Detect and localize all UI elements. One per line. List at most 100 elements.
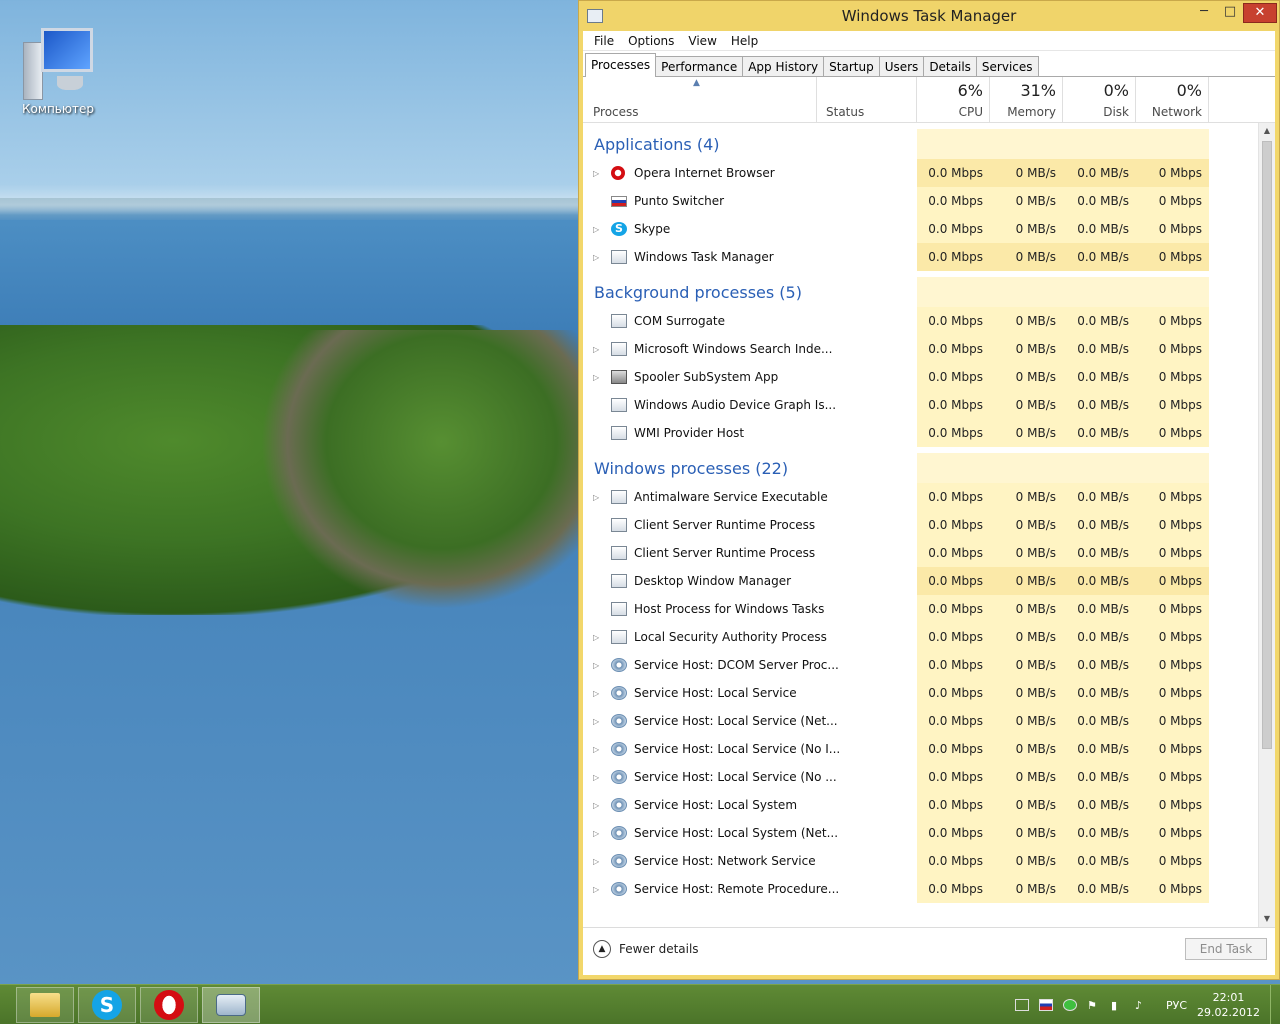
menu-options[interactable]: Options xyxy=(621,31,681,50)
taskbar-task-manager-button[interactable] xyxy=(202,987,260,1023)
input-language[interactable]: РУС xyxy=(1166,999,1187,1012)
process-row[interactable]: ▷ Service Host: Local Service (Net... 0.0 … xyxy=(583,707,1275,735)
expand-arrow-icon[interactable]: ▷ xyxy=(593,225,599,234)
volume-icon[interactable]: ♪ xyxy=(1135,999,1149,1012)
process-name: WMI Provider Host xyxy=(634,426,745,440)
process-row[interactable]: ▷ Service Host: Local System 0.0 Mbps 0 MB/… xyxy=(583,791,1275,819)
expand-arrow-icon[interactable]: ▷ xyxy=(593,717,599,726)
opera-icon xyxy=(611,166,625,180)
process-row[interactable]: ▷ Local Security Authority Process 0.0 Mbp… xyxy=(583,623,1275,651)
tab-performance[interactable]: Performance xyxy=(655,56,744,76)
cpu-percent: 6% xyxy=(957,81,983,100)
process-row[interactable]: ▷ Service Host: Local Service (No I... 0.0… xyxy=(583,735,1275,763)
taskbar-skype-button[interactable]: S xyxy=(78,987,136,1023)
security-icon[interactable] xyxy=(1062,999,1077,1011)
process-row[interactable]: ▷ Service Host: DCOM Server Proc... 0.0 Mb… xyxy=(583,651,1275,679)
column-cpu[interactable]: 6% CPU xyxy=(917,77,990,122)
process-cpu: 0.0 Mbps xyxy=(917,335,990,363)
group-header[interactable]: Applications (4) xyxy=(583,123,1275,159)
process-cpu: 0.0 Mbps xyxy=(917,539,990,567)
title-bar[interactable]: Windows Task Manager ─ □ ✕ xyxy=(579,1,1279,31)
process-row[interactable]: ▷ Service Host: Local Service (No ... 0.0 … xyxy=(583,763,1275,791)
taskbar-opera-button[interactable] xyxy=(140,987,198,1023)
tab-services[interactable]: Services xyxy=(975,56,1039,76)
expand-arrow-icon[interactable]: ▷ xyxy=(593,689,599,698)
process-row[interactable]: COM Surrogate 0.0 Mbps 0 MB/s 0.0 MB/s 0 Mbp… xyxy=(583,307,1275,335)
menu-file[interactable]: File xyxy=(587,31,621,50)
tab-details[interactable]: Details xyxy=(923,56,977,76)
process-row[interactable]: ▷ Service Host: Network Service 0.0 Mbps 0 … xyxy=(583,847,1275,875)
expand-arrow-icon[interactable]: ▷ xyxy=(593,885,599,894)
tab-processes[interactable]: Processes xyxy=(585,53,657,77)
maximize-button[interactable]: □ xyxy=(1217,3,1243,23)
expand-arrow-icon[interactable]: ▷ xyxy=(593,345,599,354)
vertical-scrollbar[interactable]: ▲ ▼ xyxy=(1258,123,1275,927)
process-row[interactable]: Windows Audio Device Graph Is... 0.0 Mbps… xyxy=(583,391,1275,419)
column-disk[interactable]: 0% Disk xyxy=(1063,77,1136,122)
process-row[interactable]: Desktop Window Manager 0.0 Mbps 0 MB/s 0.0 … xyxy=(583,567,1275,595)
process-row[interactable]: Client Server Runtime Process 0.0 Mbps 0 M… xyxy=(583,539,1275,567)
clock[interactable]: 22:01 29.02.2012 xyxy=(1197,990,1260,1020)
scroll-up-icon[interactable]: ▲ xyxy=(1259,123,1275,139)
expand-arrow-icon[interactable]: ▷ xyxy=(593,857,599,866)
column-network[interactable]: 0% Network xyxy=(1136,77,1209,122)
process-row[interactable]: WMI Provider Host 0.0 Mbps 0 MB/s 0.0 MB/s 0… xyxy=(583,419,1275,447)
process-row[interactable]: ▷ S Skype 0.0 Mbps 0 MB/s 0.0 MB/s 0 Mbps xyxy=(583,215,1275,243)
flag-icon[interactable]: ⚑ xyxy=(1087,999,1101,1012)
process-row[interactable]: ▷ Spooler SubSystem App 0.0 Mbps 0 MB/s 0.0 … xyxy=(583,363,1275,391)
expand-arrow-icon[interactable]: ▷ xyxy=(593,745,599,754)
process-status xyxy=(817,419,917,447)
menu-view[interactable]: View xyxy=(681,31,723,50)
process-row[interactable]: Punto Switcher 0.0 Mbps 0 MB/s 0.0 MB/s 0 Mb… xyxy=(583,187,1275,215)
tab-startup[interactable]: Startup xyxy=(823,56,880,76)
process-memory: 0 MB/s xyxy=(990,307,1063,335)
expand-arrow-icon[interactable]: ▷ xyxy=(593,801,599,810)
column-memory[interactable]: 31% Memory xyxy=(990,77,1063,122)
expand-arrow-icon[interactable]: ▷ xyxy=(593,253,599,262)
expand-arrow-icon[interactable]: ▷ xyxy=(593,493,599,502)
expand-arrow-icon[interactable]: ▷ xyxy=(593,633,599,642)
expand-arrow-icon[interactable]: ▷ xyxy=(593,661,599,670)
desktop-icon-computer[interactable]: Компьютер xyxy=(12,22,104,116)
process-row[interactable]: ▷ Service Host: Local Service 0.0 Mbps 0 MB… xyxy=(583,679,1275,707)
scroll-down-icon[interactable]: ▼ xyxy=(1259,911,1275,927)
action-center-icon[interactable] xyxy=(1014,999,1029,1011)
scroll-thumb[interactable] xyxy=(1262,141,1272,749)
group-header[interactable]: Background processes (5) xyxy=(583,271,1275,307)
close-button[interactable]: ✕ xyxy=(1243,3,1277,23)
network-icon[interactable]: ▮ xyxy=(1111,999,1125,1012)
end-task-button[interactable]: End Task xyxy=(1185,938,1267,960)
process-row[interactable]: ▷ Microsoft Windows Search Inde... 0.0 Mbp… xyxy=(583,335,1275,363)
expand-arrow-icon[interactable]: ▷ xyxy=(593,829,599,838)
fewer-details-button[interactable]: ▲ Fewer details xyxy=(593,940,699,958)
window-icon xyxy=(611,314,627,328)
process-row[interactable]: Host Process for Windows Tasks 0.0 Mbps 0 … xyxy=(583,595,1275,623)
process-row[interactable]: ▷ Antimalware Service Executable 0.0 Mbps 0… xyxy=(583,483,1275,511)
menu-help[interactable]: Help xyxy=(724,31,765,50)
process-row[interactable]: ▷ Service Host: Local System (Net... 0.0 M… xyxy=(583,819,1275,847)
process-network: 0 Mbps xyxy=(1136,847,1209,875)
process-cpu: 0.0 Mbps xyxy=(917,363,990,391)
process-cpu: 0.0 Mbps xyxy=(917,483,990,511)
tab-app-history[interactable]: App History xyxy=(742,56,825,76)
tab-users[interactable]: Users xyxy=(878,56,925,76)
clock-time: 22:01 xyxy=(1212,991,1245,1004)
process-row[interactable]: ▷ Opera Internet Browser 0.0 Mbps 0 MB/s 0.0… xyxy=(583,159,1275,187)
expand-arrow-icon[interactable]: ▷ xyxy=(593,773,599,782)
taskbar-explorer-button[interactable] xyxy=(16,987,74,1023)
process-memory: 0 MB/s xyxy=(990,511,1063,539)
expand-arrow-icon[interactable]: ▷ xyxy=(593,373,599,382)
process-status xyxy=(817,679,917,707)
process-row[interactable]: ▷ Service Host: Remote Procedure... 0.0 Mb… xyxy=(583,875,1275,903)
column-process[interactable]: ▲ Process xyxy=(583,77,817,122)
column-status[interactable]: Status xyxy=(817,77,917,122)
minimize-button[interactable]: ─ xyxy=(1191,3,1217,23)
process-row[interactable]: ▷ Windows Task Manager 0.0 Mbps 0 MB/s 0.0 M… xyxy=(583,243,1275,271)
show-desktop-button[interactable] xyxy=(1270,985,1280,1024)
process-row[interactable]: Client Server Runtime Process 0.0 Mbps 0 M… xyxy=(583,511,1275,539)
language-flag-icon[interactable] xyxy=(1038,999,1053,1011)
process-network: 0 Mbps xyxy=(1136,511,1209,539)
expand-arrow-icon[interactable]: ▷ xyxy=(593,169,599,178)
process-status xyxy=(817,159,917,187)
group-header[interactable]: Windows processes (22) xyxy=(583,447,1275,483)
